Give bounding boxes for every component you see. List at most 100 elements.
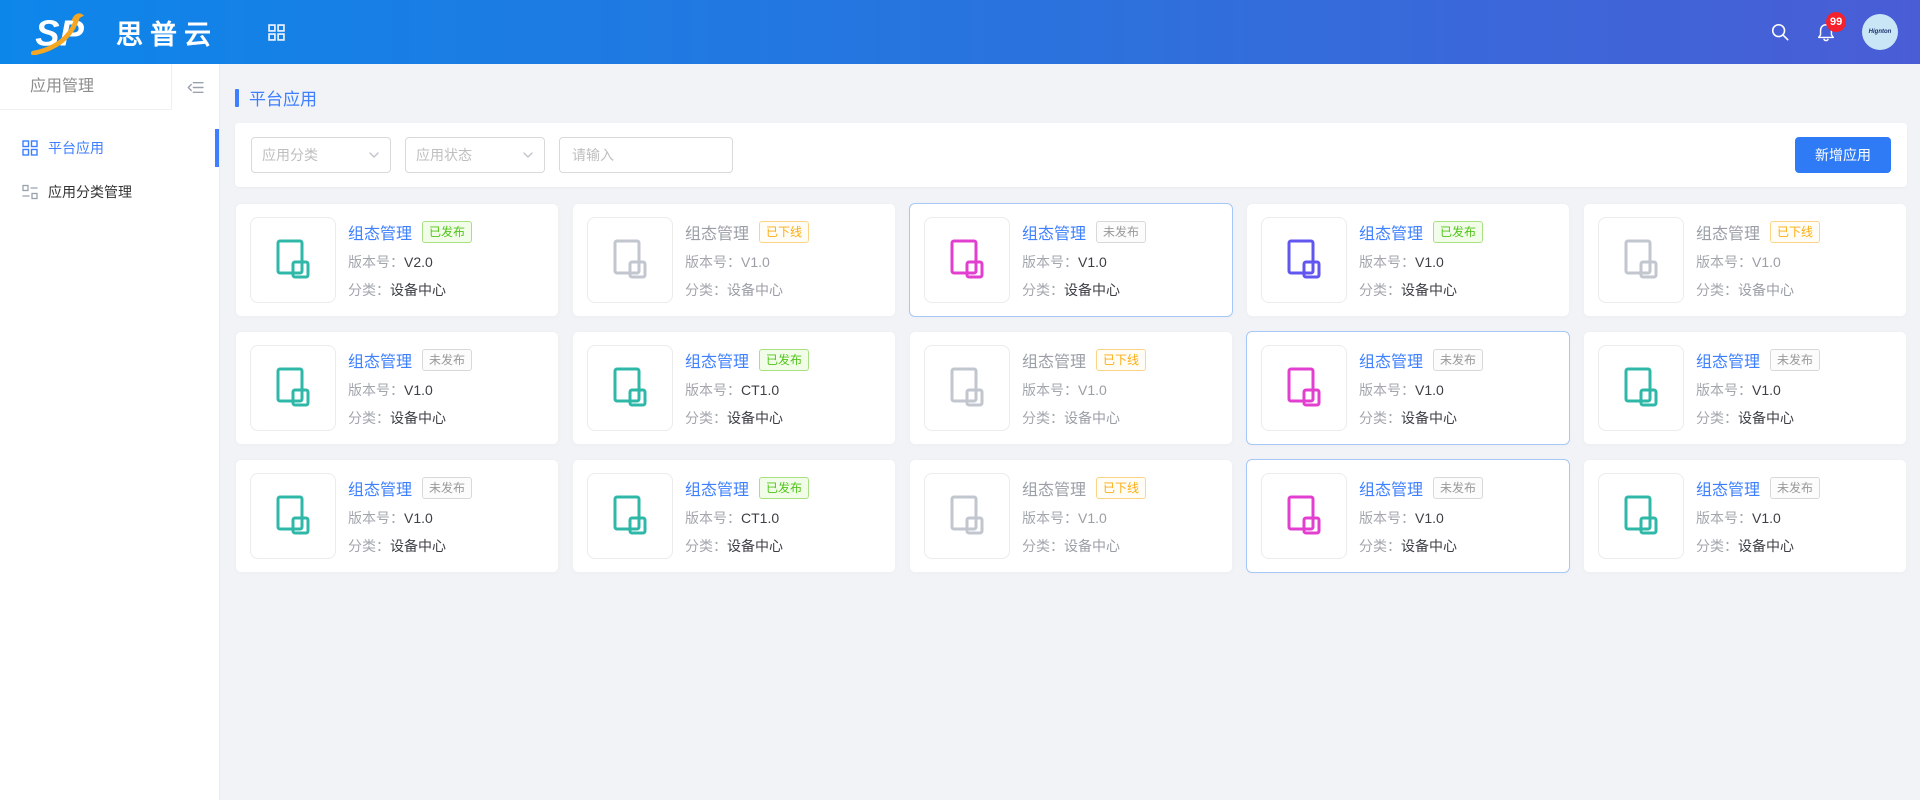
sidebar-item-app-category-management[interactable]: 应用分类管理 <box>0 170 219 214</box>
sidebar: 应用管理 平台应用 应用分类管理 <box>0 64 220 800</box>
version-value: V1.0 <box>404 382 433 398</box>
category-icon <box>22 184 38 200</box>
search-input[interactable] <box>559 137 733 173</box>
app-card[interactable]: 组态管理 已发布 版本号：CT1.0 分类：设备中心 <box>572 331 896 445</box>
sidebar-collapse-button[interactable] <box>171 64 219 110</box>
app-title-link[interactable]: 组态管理 <box>685 220 749 244</box>
sp-logo-icon: SP <box>28 9 102 55</box>
app-status-select[interactable]: 应用状态 <box>405 137 545 173</box>
app-title-link[interactable]: 组态管理 <box>348 348 412 372</box>
overlapping-squares-icon <box>943 236 991 284</box>
app-card[interactable]: 组态管理 已下线 版本号：V1.0 分类：设备中心 <box>1583 203 1907 317</box>
version-line: 版本号：V1.0 <box>1696 380 1820 400</box>
app-title-link[interactable]: 组态管理 <box>348 476 412 500</box>
overlapping-squares-icon <box>943 364 991 412</box>
category-value: 设备中心 <box>727 538 783 554</box>
category-label: 分类： <box>1022 410 1064 426</box>
add-app-button[interactable]: 新增应用 <box>1795 137 1891 173</box>
card-grid: 组态管理 已发布 版本号：V2.0 分类：设备中心 组态管理 已下线 版本 <box>235 203 1907 573</box>
sidebar-title: 应用管理 <box>0 64 171 110</box>
app-card-info: 组态管理 已发布 版本号：CT1.0 分类：设备中心 <box>685 476 809 556</box>
category-value: 设备中心 <box>1738 282 1794 298</box>
status-badge: 已下线 <box>1096 477 1146 499</box>
notifications[interactable]: 99 <box>1816 22 1836 42</box>
version-line: 版本号：V1.0 <box>348 508 472 528</box>
user-avatar[interactable]: Hignton <box>1862 14 1898 50</box>
category-line: 分类：设备中心 <box>685 280 809 300</box>
overlapping-squares-icon <box>1280 492 1328 540</box>
status-badge: 未发布 <box>422 477 472 499</box>
app-card[interactable]: 组态管理 未发布 版本号：V1.0 分类：设备中心 <box>1246 459 1570 573</box>
app-title-link[interactable]: 组态管理 <box>1022 476 1086 500</box>
app-title-link[interactable]: 组态管理 <box>1696 348 1760 372</box>
status-badge: 已发布 <box>759 477 809 499</box>
version-value: V1.0 <box>1078 254 1107 270</box>
app-card[interactable]: 组态管理 已下线 版本号：V1.0 分类：设备中心 <box>909 459 1233 573</box>
version-value: CT1.0 <box>741 510 779 526</box>
category-label: 分类： <box>1696 282 1738 298</box>
app-title-link[interactable]: 组态管理 <box>685 476 749 500</box>
app-card-info: 组态管理 未发布 版本号：V1.0 分类：设备中心 <box>1696 476 1820 556</box>
version-value: V1.0 <box>1752 382 1781 398</box>
category-label: 分类： <box>685 538 727 554</box>
version-line: 版本号：V1.0 <box>1696 508 1820 528</box>
version-label: 版本号： <box>1359 510 1415 526</box>
sidebar-item-platform-apps[interactable]: 平台应用 <box>0 126 219 170</box>
app-card-info: 组态管理 未发布 版本号：V1.0 分类：设备中心 <box>1359 476 1483 556</box>
app-title-link[interactable]: 组态管理 <box>1022 348 1086 372</box>
app-title-link[interactable]: 组态管理 <box>1022 220 1086 244</box>
overlapping-squares-icon <box>269 364 317 412</box>
category-value: 设备中心 <box>727 410 783 426</box>
version-value: V1.0 <box>404 510 433 526</box>
version-label: 版本号： <box>1696 382 1752 398</box>
app-title-link[interactable]: 组态管理 <box>1696 476 1760 500</box>
app-icon-box <box>1598 217 1684 303</box>
sidebar-item-label: 平台应用 <box>48 138 104 158</box>
brand-name: 思普云 <box>116 13 218 52</box>
app-card[interactable]: 组态管理 已发布 版本号：V1.0 分类：设备中心 <box>1246 203 1570 317</box>
app-title-link[interactable]: 组态管理 <box>685 348 749 372</box>
version-value: V1.0 <box>1415 510 1444 526</box>
status-badge: 未发布 <box>1770 477 1820 499</box>
app-card[interactable]: 组态管理 未发布 版本号：V1.0 分类：设备中心 <box>1246 331 1570 445</box>
category-line: 分类：设备中心 <box>685 536 809 556</box>
version-line: 版本号：V1.0 <box>1022 508 1146 528</box>
category-label: 分类： <box>1359 282 1401 298</box>
overlapping-squares-icon <box>606 364 654 412</box>
category-label: 分类： <box>1359 410 1401 426</box>
category-line: 分类：设备中心 <box>1359 536 1483 556</box>
category-line: 分类：设备中心 <box>1022 408 1146 428</box>
app-card-info: 组态管理 已下线 版本号：V1.0 分类：设备中心 <box>685 220 809 300</box>
status-badge: 已下线 <box>1770 221 1820 243</box>
app-card[interactable]: 组态管理 未发布 版本号：V1.0 分类：设备中心 <box>1583 331 1907 445</box>
version-line: 版本号：V1.0 <box>1359 380 1483 400</box>
app-card-info: 组态管理 已发布 版本号：V2.0 分类：设备中心 <box>348 220 472 300</box>
app-card-info: 组态管理 未发布 版本号：V1.0 分类：设备中心 <box>348 476 472 556</box>
appstore-icon <box>22 140 38 156</box>
version-value: V1.0 <box>1078 510 1107 526</box>
app-title-link[interactable]: 组态管理 <box>1696 220 1760 244</box>
app-category-select[interactable]: 应用分类 <box>251 137 391 173</box>
app-title-link[interactable]: 组态管理 <box>1359 220 1423 244</box>
app-card[interactable]: 组态管理 已下线 版本号：V1.0 分类：设备中心 <box>909 331 1233 445</box>
apps-grid-icon[interactable] <box>268 24 285 41</box>
category-value: 设备中心 <box>390 410 446 426</box>
search-icon[interactable] <box>1770 22 1790 42</box>
brand-logo[interactable]: SP 思普云 <box>28 9 218 55</box>
app-card[interactable]: 组态管理 已发布 版本号：CT1.0 分类：设备中心 <box>572 459 896 573</box>
app-card[interactable]: 组态管理 已下线 版本号：V1.0 分类：设备中心 <box>572 203 896 317</box>
app-title-link[interactable]: 组态管理 <box>1359 476 1423 500</box>
app-title-link[interactable]: 组态管理 <box>1359 348 1423 372</box>
app-card[interactable]: 组态管理 已发布 版本号：V2.0 分类：设备中心 <box>235 203 559 317</box>
version-label: 版本号： <box>1022 254 1078 270</box>
version-label: 版本号： <box>685 254 741 270</box>
app-card[interactable]: 组态管理 未发布 版本号：V1.0 分类：设备中心 <box>235 331 559 445</box>
version-line: 版本号：V1.0 <box>1359 252 1483 272</box>
category-value: 设备中心 <box>1401 538 1457 554</box>
app-card[interactable]: 组态管理 未发布 版本号：V1.0 分类：设备中心 <box>1583 459 1907 573</box>
app-card[interactable]: 组态管理 未发布 版本号：V1.0 分类：设备中心 <box>235 459 559 573</box>
notification-count-badge: 99 <box>1826 12 1846 32</box>
app-card[interactable]: 组态管理 未发布 版本号：V1.0 分类：设备中心 <box>909 203 1233 317</box>
app-title-link[interactable]: 组态管理 <box>348 220 412 244</box>
overlapping-squares-icon <box>606 492 654 540</box>
